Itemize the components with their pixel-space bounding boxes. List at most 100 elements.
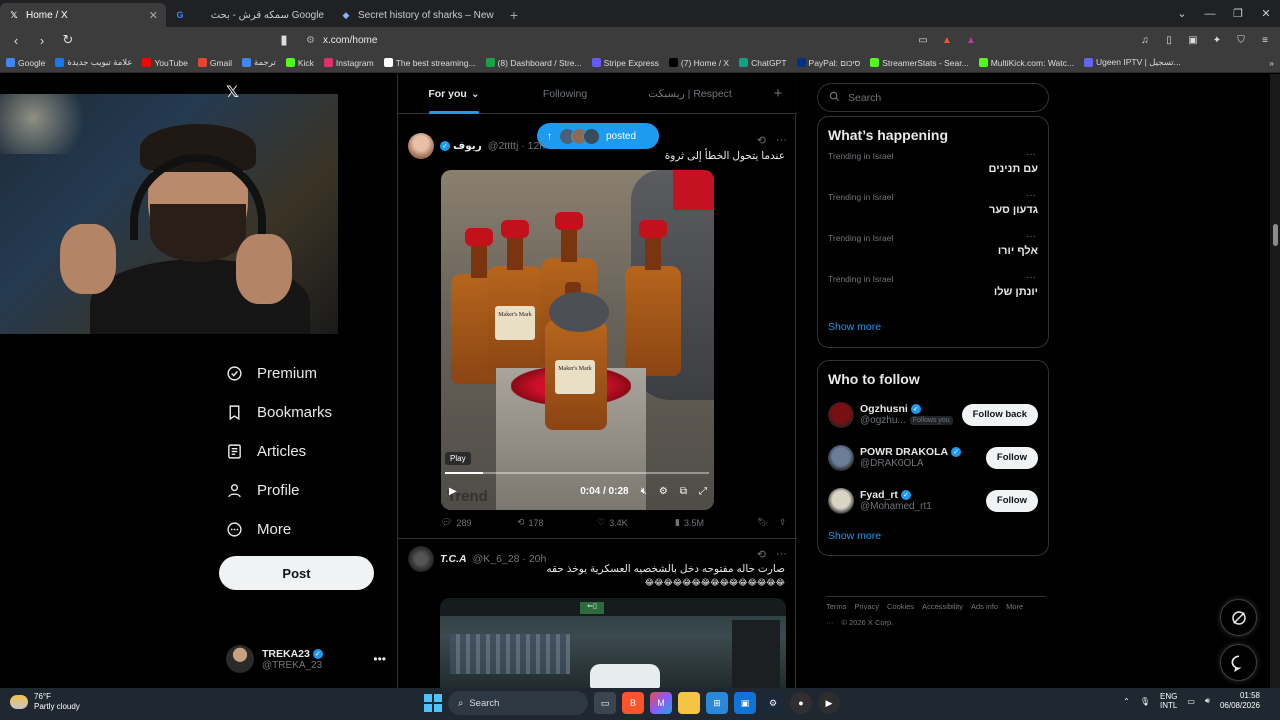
forward-icon[interactable]: › (32, 30, 52, 50)
bookmark-item[interactable]: YouTube (142, 58, 188, 68)
footer-link[interactable]: Cookies (887, 602, 914, 611)
nav-bookmarks[interactable]: Bookmarks (218, 393, 378, 432)
footer-link[interactable]: Privacy (854, 602, 879, 611)
footer-link[interactable]: © 2026 X Corp. (842, 618, 894, 627)
avatar[interactable] (828, 401, 854, 428)
more-dots-icon[interactable]: ••• (373, 652, 386, 666)
close-icon[interactable]: ✕ (149, 9, 158, 22)
close-window-icon[interactable]: ✕ (1252, 0, 1280, 27)
share-button[interactable]: ⇪ (779, 517, 787, 528)
bookmark-item[interactable]: Instagram (323, 58, 374, 68)
footer-link[interactable]: Ads info (971, 602, 998, 611)
views-button[interactable]: ▮ 3.5M (675, 517, 757, 528)
trend-item[interactable]: Trending in Israel ··· גדעון סער (818, 190, 1048, 231)
page-scrollbar[interactable] (1270, 74, 1280, 688)
fullscreen-icon[interactable]: ⤢ (699, 486, 707, 497)
microsoft-365-icon[interactable]: M (650, 692, 672, 714)
show-more-link[interactable]: Show more (818, 313, 1048, 345)
microsoft-store-icon[interactable]: ⊞ (706, 692, 728, 714)
add-tab-button[interactable]: + (760, 74, 796, 114)
bookmark-item[interactable]: علامة تبويب جديدة (55, 57, 132, 68)
new-tab-button[interactable]: + (502, 3, 526, 27)
trend-item[interactable]: Trending in Israel ··· אלף יורו (818, 231, 1048, 272)
bookmark-item[interactable]: Gmail (197, 58, 232, 68)
nav-profile[interactable]: Profile (218, 471, 378, 510)
grok-icon[interactable]: ⟲ (757, 548, 766, 561)
file-explorer-icon[interactable] (678, 692, 700, 714)
volume-icon[interactable]: 🔊︎ (1205, 696, 1210, 706)
footer-link[interactable]: Accessibility (922, 602, 963, 611)
follow-suggestion[interactable]: Fyad_rt ✓ @Mohamed_rt1 Follow (818, 479, 1048, 522)
chevron-up-icon[interactable]: ⌃ (1123, 697, 1130, 706)
language-indicator[interactable]: ENG INTL (1160, 692, 1177, 710)
sidebar-icon[interactable]: ▯ (1160, 31, 1178, 49)
minimize-icon[interactable]: — (1196, 0, 1224, 27)
bookmark-item[interactable]: Ugeen IPTV | تسجيل... (1083, 57, 1181, 68)
reload-icon[interactable]: ↻ (58, 30, 78, 50)
bookmark-item[interactable]: Google (6, 58, 45, 68)
bookmark-item[interactable]: ChatGPT (739, 58, 787, 68)
avatar[interactable] (828, 444, 854, 471)
url-field[interactable]: ⚙ x.com/home (306, 30, 902, 50)
x-logo-icon[interactable]: 𝕏 (226, 82, 239, 102)
cast-icon[interactable]: ▭ (914, 31, 932, 49)
video-progress[interactable] (445, 472, 709, 474)
follow-button[interactable]: Follow (985, 489, 1038, 512)
site-info-icon[interactable]: ⚙ (306, 35, 315, 46)
nav-articles[interactable]: Articles (218, 432, 378, 471)
tweet[interactable]: ريوف ✓ @2ttttj · 12h ⟲ ··· عندما يتحول ال… (398, 129, 797, 539)
maximize-icon[interactable]: ❐ (1224, 0, 1252, 27)
vpn-icon[interactable]: ⛉ (1232, 31, 1250, 49)
tweet-media-thumbnail[interactable]: ⇐▯ (440, 598, 786, 688)
bookmark-page-icon[interactable]: ▮ (274, 30, 294, 50)
trend-item[interactable]: Trending in Israel ··· עם תנינים (818, 149, 1048, 190)
task-view-icon[interactable]: ▭ (594, 692, 616, 714)
more-dots-icon[interactable]: ··· (1026, 190, 1036, 201)
bookmark-item[interactable]: (7) Home / X (668, 58, 729, 68)
account-switcher[interactable]: TREKA23 ✓ @TREKA_23 ••• (226, 644, 386, 674)
media-icon[interactable]: ♫ (1136, 31, 1154, 49)
repost-button[interactable]: ⟲ 178 (517, 517, 597, 528)
bookmark-item[interactable]: Kick (285, 58, 314, 68)
follow-button[interactable]: Follow (985, 446, 1038, 469)
grok-icon[interactable]: ⟲ (757, 134, 766, 147)
tab-home-x[interactable]: 𝕏 Home / X ✕ (0, 3, 166, 27)
post-button[interactable]: Post (219, 556, 374, 590)
grok-fab[interactable] (1220, 599, 1257, 636)
photos-icon[interactable]: ▣ (734, 692, 756, 714)
follow-suggestion[interactable]: Ogzhusni ✓ @ogzhu... Follows you Follow back (818, 393, 1048, 436)
show-more-link[interactable]: Show more (818, 522, 1048, 554)
obs-icon[interactable]: ● (790, 692, 812, 714)
tweet-meta[interactable]: @2ttttj · 12h (488, 140, 545, 152)
bookmark-item[interactable]: ترجمة (242, 57, 276, 68)
brave-browser-icon[interactable]: B (622, 692, 644, 714)
tweet-meta[interactable]: @K_6_28 · 20h (473, 553, 547, 565)
more-dots-icon[interactable]: ··· (1026, 231, 1036, 242)
bookmark-item[interactable]: The best streaming... (383, 58, 476, 68)
bookmark-item[interactable]: MultiKick.com: Watc... (978, 58, 1074, 68)
steam-icon[interactable]: ⚙ (762, 692, 784, 714)
more-dots-icon[interactable]: ··· (1026, 149, 1036, 160)
weather-widget[interactable]: 76°F Partly cloudy (10, 692, 80, 712)
network-icon[interactable]: ▭ (1187, 697, 1195, 706)
tweet-author[interactable]: ريوف (453, 140, 482, 152)
tweet-author[interactable]: T.C.A (440, 553, 467, 565)
tab-following[interactable]: Following (510, 74, 620, 114)
ai-icon[interactable]: ✦ (1208, 31, 1226, 49)
video-player[interactable]: Maker's Mark Maker's Mark Play Trend ▶ 0… (441, 170, 714, 510)
tab-respect[interactable]: ريسبكت | Respect (620, 74, 760, 114)
trend-item[interactable]: Trending in Israel ··· יונתן שלו (818, 272, 1048, 313)
search-input[interactable]: Search (817, 83, 1049, 112)
tab-google-search[interactable]: G سمكه قرش - بحث Google (166, 3, 332, 27)
back-icon[interactable]: ‹ (6, 30, 26, 50)
menu-icon[interactable]: ≡ (1256, 31, 1274, 49)
avatar[interactable] (408, 133, 434, 159)
bookmarks-overflow-icon[interactable]: » (1269, 58, 1274, 68)
bookmark-button[interactable]: 🔖︎ (757, 517, 779, 528)
pip-icon[interactable]: ⧉ (680, 486, 687, 497)
tab-search-icon[interactable]: ⌄ (1168, 0, 1196, 27)
nav-more[interactable]: More (218, 510, 378, 549)
clock[interactable]: 01:58 06/08/2026 (1220, 691, 1260, 711)
bookmark-item[interactable]: Stripe Express (591, 58, 659, 68)
play-icon[interactable]: ▶ (449, 486, 457, 497)
